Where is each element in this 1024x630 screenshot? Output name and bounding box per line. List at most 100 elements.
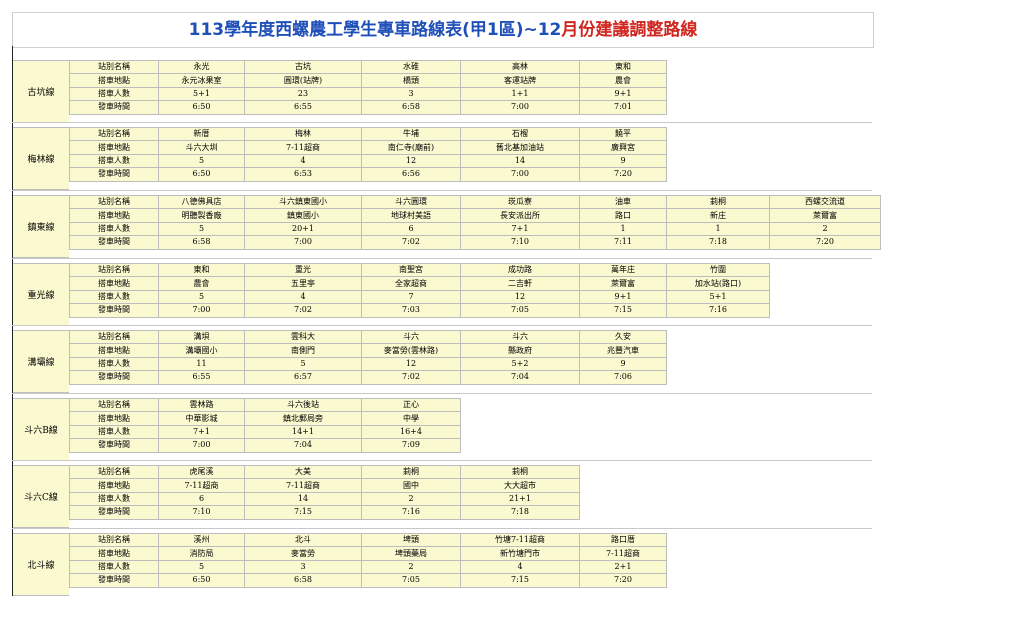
row-header: 搭車人數 xyxy=(69,356,159,372)
station-cell: 11 xyxy=(158,356,245,372)
row-header: 站別名稱 xyxy=(69,397,159,413)
station-cell: 6 xyxy=(158,491,245,507)
station-cell: 新厝 xyxy=(158,126,245,142)
station-cell: 7:11 xyxy=(579,235,667,250)
title-part-1: 113學年度西螺農工學生專車路線表(甲1區)~12 xyxy=(188,20,562,40)
station-cell: 7:00 xyxy=(158,303,245,318)
row-header: 搭車地點 xyxy=(69,208,159,223)
station-cell: 12 xyxy=(361,153,461,169)
row-header: 搭車人數 xyxy=(69,559,159,575)
station-cell: 7:15 xyxy=(579,303,667,318)
station-cell: 7:00 xyxy=(460,167,580,182)
station-cell: 6:58 xyxy=(244,573,362,588)
station-cell: 7:18 xyxy=(460,505,580,520)
station-cell: 14 xyxy=(460,153,580,169)
station-cell: 23 xyxy=(244,86,362,102)
station-cell: 2 xyxy=(361,491,461,507)
route-table: 站別名稱 東和 重光 南聖宮 成功路 萬年庄 竹圍 搭車地點 農會 五里亭 全家超商 二吉軒 萊爾富 加水… xyxy=(69,262,770,318)
station-cell: 2 xyxy=(361,559,461,575)
station-cell: 饒平 xyxy=(579,126,667,142)
station-cell: 油車 xyxy=(579,194,667,210)
station-cell: 9 xyxy=(579,356,667,372)
route-label: 斗六C線 xyxy=(13,465,69,528)
station-cell: 南仁寺(廟前) xyxy=(361,140,461,155)
station-cell: 5 xyxy=(158,221,245,237)
station-cell: 7-11超商 xyxy=(244,478,362,493)
station-name-row: 站別名稱 八德佛具店 斗六鎮東國小 斗六圓環 崁瓜寮 油車 莿桐 西螺交流道 xyxy=(69,194,881,210)
departure-time-row: 發車時間 6:50 6:53 6:56 7:00 7:20 xyxy=(69,167,667,182)
station-cell: 兆豐汽車 xyxy=(579,343,667,358)
station-cell: 路口 xyxy=(579,208,667,223)
station-cell: 農會 xyxy=(579,73,667,88)
station-cell: 7:04 xyxy=(460,370,580,385)
row-header: 站別名稱 xyxy=(69,194,159,210)
station-cell: 7:16 xyxy=(666,303,770,318)
station-cell: 大美 xyxy=(244,464,362,480)
station-cell: 橋頭 xyxy=(361,73,461,88)
row-header: 搭車人數 xyxy=(69,491,159,507)
station-cell: 南側門 xyxy=(244,343,362,358)
station-cell: 斗六 xyxy=(361,329,461,345)
boarding-place-row: 搭車地點 農會 五里亭 全家超商 二吉軒 萊爾富 加水站(路口) xyxy=(69,276,770,291)
route-table: 站別名稱 雲林路 斗六後站 正心 搭車地點 中華影城 鎮北郵局旁 中學 搭車人數 7+1 14+1 1… xyxy=(69,397,461,453)
station-cell: 牛埔 xyxy=(361,126,461,142)
station-cell: 雲林路 xyxy=(158,397,245,413)
departure-time-row: 發車時間 6:55 6:57 7:02 7:04 7:06 xyxy=(69,370,667,385)
station-cell: 7:10 xyxy=(460,235,580,250)
station-cell: 6:50 xyxy=(158,100,245,115)
route-table: 站別名稱 溪州 北斗 埤頭 竹塘7-11超商 路口厝 搭車地點 消防局 麥當勞 埤頭藥局 新竹塘門市… xyxy=(69,532,667,588)
station-cell: 正心 xyxy=(361,397,461,413)
station-cell: 五里亭 xyxy=(244,276,362,291)
route-table: 站別名稱 虎尾溪 大美 莿桐 莿桐 搭車地點 7-11超商 7-11超商 國中 大大超市 搭車人數 6… xyxy=(69,464,580,520)
station-cell: 7:00 xyxy=(158,438,245,453)
route-separator xyxy=(12,325,872,326)
station-cell: 梅林 xyxy=(244,126,362,142)
station-cell: 雲科大 xyxy=(244,329,362,345)
station-cell: 中學 xyxy=(361,411,461,426)
station-cell: 全家超商 xyxy=(361,276,461,291)
station-cell: 21+1 xyxy=(460,491,580,507)
station-cell: 石榴 xyxy=(460,126,580,142)
station-cell: 虎尾溪 xyxy=(158,464,245,480)
station-cell: 7:04 xyxy=(244,438,362,453)
station-cell: 崁瓜寮 xyxy=(460,194,580,210)
route-separator xyxy=(12,528,872,529)
station-cell: 7:02 xyxy=(244,303,362,318)
station-cell: 12 xyxy=(361,356,461,372)
passenger-count-row: 搭車人數 5 4 7 12 9+1 5+1 xyxy=(69,289,770,305)
boarding-place-row: 搭車地點 7-11超商 7-11超商 國中 大大超市 xyxy=(69,478,580,493)
station-cell: 斗六鎮東國小 xyxy=(244,194,362,210)
station-cell: 消防局 xyxy=(158,546,245,561)
station-cell: 6:53 xyxy=(244,167,362,182)
station-cell: 新庄 xyxy=(666,208,770,223)
row-header: 搭車人數 xyxy=(69,424,159,440)
station-cell: 7:02 xyxy=(361,370,461,385)
station-cell: 縣政府 xyxy=(460,343,580,358)
station-cell: 20+1 xyxy=(244,221,362,237)
route-separator xyxy=(12,190,872,191)
route-label: 斗六B線 xyxy=(13,398,69,461)
station-cell: 7+1 xyxy=(460,221,580,237)
route-label: 重光線 xyxy=(13,263,69,326)
row-header: 站別名稱 xyxy=(69,464,159,480)
station-cell: 地球村美語 xyxy=(361,208,461,223)
station-cell: 竹塘7-11超商 xyxy=(460,532,580,548)
station-cell: 16+4 xyxy=(361,424,461,440)
title-part-2: 月份建議調整路線 xyxy=(561,20,698,40)
station-cell: 東和 xyxy=(579,59,667,75)
row-header: 站別名稱 xyxy=(69,126,159,142)
station-cell: 竹圍 xyxy=(666,262,770,278)
station-cell: 新竹塘門市 xyxy=(460,546,580,561)
row-header: 站別名稱 xyxy=(69,59,159,75)
route-label: 古坑線 xyxy=(13,60,69,123)
row-header: 搭車地點 xyxy=(69,343,159,358)
row-header: 搭車人數 xyxy=(69,289,159,305)
station-cell: 斗六 xyxy=(460,329,580,345)
station-cell: 5 xyxy=(158,153,245,169)
station-cell: 高林 xyxy=(460,59,580,75)
station-cell: 埤頭藥局 xyxy=(361,546,461,561)
station-name-row: 站別名稱 溪州 北斗 埤頭 竹塘7-11超商 路口厝 xyxy=(69,532,667,548)
station-cell: 重光 xyxy=(244,262,362,278)
passenger-count-row: 搭車人數 6 14 2 21+1 xyxy=(69,491,580,507)
boarding-place-row: 搭車地點 明聽製香廠 鎮東國小 地球村美語 長安派出所 路口 新庄 萊爾富 xyxy=(69,208,881,223)
